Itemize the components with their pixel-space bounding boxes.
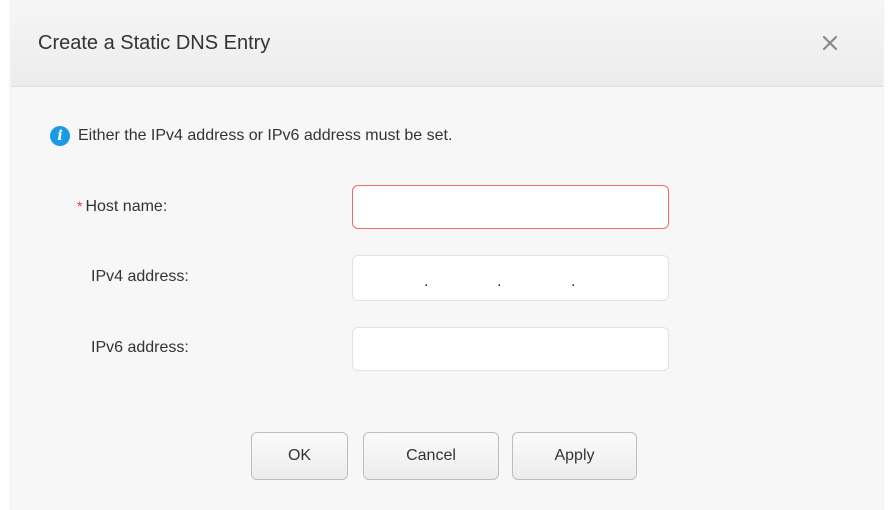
dialog-title: Create a Static DNS Entry	[38, 32, 271, 54]
ipv6-address-input[interactable]	[353, 328, 668, 370]
host-name-field	[352, 185, 669, 229]
ipv4-address-label: IPv4 address:	[91, 268, 189, 285]
ipv4-address-field: . . .	[352, 255, 893, 301]
static-dns-dialog: Create a Static DNS Entry i Either the I…	[11, 0, 893, 510]
ipv6-address-field	[352, 327, 669, 371]
ipv4-separator: .	[571, 273, 576, 290]
apply-button[interactable]: Apply	[512, 432, 637, 480]
host-name-label: * Host name:	[77, 198, 167, 216]
ipv4-separator: .	[497, 273, 502, 290]
notice-text: Either the IPv4 address or IPv6 address …	[78, 127, 453, 144]
close-icon[interactable]	[818, 31, 842, 55]
ipv6-address-label: IPv6 address:	[91, 339, 189, 356]
required-marker: *	[77, 198, 83, 214]
info-icon: i	[50, 126, 70, 146]
host-name-input[interactable]	[353, 186, 668, 228]
ipv4-octet-4-input[interactable]	[581, 256, 893, 300]
dialog-titlebar: Create a Static DNS Entry	[11, 0, 883, 87]
ipv4-separator: .	[424, 273, 429, 290]
ip-requirement-notice: i Either the IPv4 address or IPv6 addres…	[50, 124, 452, 148]
host-name-label-text: Host name:	[85, 198, 168, 215]
cancel-button[interactable]: Cancel	[363, 432, 499, 480]
ok-button[interactable]: OK	[251, 432, 348, 480]
